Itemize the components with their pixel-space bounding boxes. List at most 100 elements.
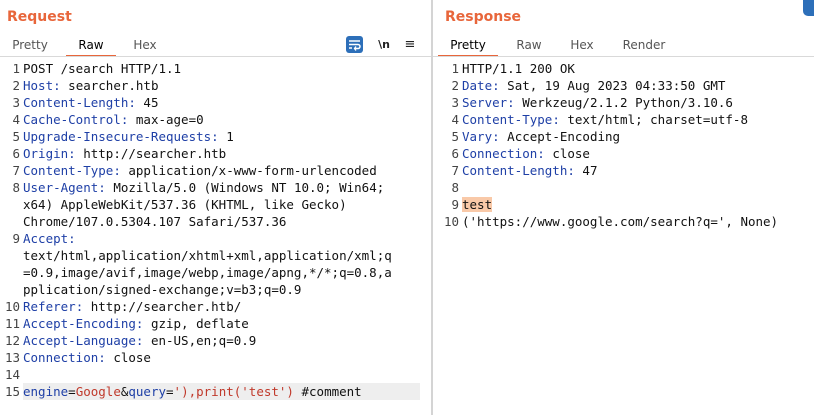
line-number: 8 [451,180,459,195]
line-content: User-Agent: Mozilla/5.0 (Windows NT 10.0… [23,179,384,196]
line-content: Accept: [23,230,76,247]
line-number: 9 [451,197,459,212]
line-number: 14 [4,367,20,382]
line-content: text/html,application/xhtml+xml,applicat… [23,247,392,264]
line-content: Content-Type: application/x-www-form-url… [23,162,377,179]
header-name: Cache-Control [23,112,121,127]
show-newlines-button[interactable]: \n [376,36,392,53]
text: text/html,application/xhtml+xml,applicat… [23,248,392,263]
header-value: application/x-www-form-urlencoded [120,163,377,178]
line-content: Connection: close [462,145,590,162]
line-content: Origin: http://searcher.htb [23,145,226,162]
request-tab-hex[interactable]: Hex [124,35,166,57]
line-content: Referer: http://searcher.htb/ [23,298,241,315]
text: HTTP/1.1 200 OK [462,61,575,76]
header-name: Content-Length [462,163,568,178]
header-value: gzip, deflate [143,316,249,331]
header-value: Werkzeug/2.1.2 Python/3.10.6 [514,95,733,110]
line-number: 13 [4,350,20,365]
response-tab-raw[interactable]: Raw [508,35,550,57]
header-colon: : [507,95,515,110]
request-title: Request [7,9,72,25]
notification-indicator[interactable] [803,0,814,16]
text: ('https://www.google.com/search?q=', Non… [462,214,779,229]
header-colon: : [537,146,545,161]
text: x64) AppleWebKit/537.36 (KHTML, like Gec… [23,197,347,212]
line-content: POST /search HTTP/1.1 [23,60,181,77]
request-menu-icon[interactable]: ≡ [403,36,417,53]
header-name: Accept-Encoding [23,316,136,331]
line-number: 5 [12,129,20,144]
text: pplication/signed-exchange;v=b3;q=0.9 [23,282,302,297]
header-colon: : [567,163,575,178]
header-name: Upgrade-Insecure-Requests [23,129,212,144]
header-value: en-US,en;q=0.9 [143,333,257,348]
header-value: Accept-Encoding [499,129,621,144]
line-number: 10 [443,214,459,229]
response-title: Response [445,9,522,25]
request-tab-pretty[interactable]: Pretty [4,35,56,57]
line-number: 2 [12,78,20,93]
header-colon: : [211,129,219,144]
line-content: Cache-Control: max-age=0 [23,111,204,128]
line-number: 4 [12,112,20,127]
header-name: Content-Type [462,112,553,127]
line-content: Upgrade-Insecure-Requests: 1 [23,128,234,145]
header-name: Content-Type [23,163,114,178]
line-content: HTTP/1.1 200 OK [462,60,575,77]
header-value: Sat, 19 Aug 2023 04:33:50 GMT [499,78,726,93]
line-content: Connection: close [23,349,151,366]
header-value: 47 [574,163,598,178]
line-number: 1 [451,61,459,76]
header-colon: : [128,95,136,110]
line-content: x64) AppleWebKit/537.36 (KHTML, like Gec… [23,196,347,213]
header-colon: : [492,78,500,93]
text: Chrome/107.0.5304.107 Safari/537.36 [23,214,287,229]
line-number: 7 [12,163,20,178]
line-content: Content-Length: 47 [462,162,597,179]
header-colon: : [552,112,560,127]
line-content: Content-Type: text/html; charset=utf-8 [462,111,748,128]
header-colon: : [98,350,106,365]
wrap-lines-icon [349,40,361,51]
line-number: 2 [451,78,459,93]
request-tab-raw[interactable]: Raw [66,35,116,57]
response-tab-render[interactable]: Render [616,35,672,57]
response-tab-divider [433,56,814,57]
header-name: Accept-Language [23,333,136,348]
line-number: 6 [12,146,20,161]
text: =0.9,image/avif,image/webp,image/apng,*/… [23,265,392,280]
line-number: 9 [12,231,20,246]
line-number: 15 [4,384,20,399]
response-tab-hex[interactable]: Hex [561,35,603,57]
header-colon: : [113,163,121,178]
param-equals: = [166,384,174,399]
line-content: Vary: Accept-Encoding [462,128,620,145]
header-value: close [105,350,151,365]
line-number: 5 [451,129,459,144]
header-name: Accept [23,231,69,246]
line-content: Accept-Language: en-US,en;q=0.9 [23,332,256,349]
response-tabs: Pretty Raw Hex Render [433,35,814,57]
response-tab-pretty[interactable]: Pretty [438,35,498,57]
header-colon: : [53,78,61,93]
line-content: =0.9,image/avif,image/webp,image/apng,*/… [23,264,392,281]
header-name: Vary [462,129,493,144]
line-number: 10 [4,299,20,314]
line-content: pplication/signed-exchange;v=b3;q=0.9 [23,281,301,298]
request-tab-divider [0,56,431,57]
header-name: Connection [23,350,99,365]
wrap-lines-button[interactable] [346,36,363,53]
line-number: 1 [12,61,20,76]
header-value: text/html; charset=utf-8 [559,112,748,127]
line-number: 12 [4,333,20,348]
request-tabs: Pretty Raw Hex [0,35,431,57]
body-content: engine=Google&query='),print('test') #co… [23,383,362,400]
line-content: Server: Werkzeug/2.1.2 Python/3.10.6 [462,94,733,111]
header-value: 45 [135,95,159,110]
header-colon: : [492,129,500,144]
param-name-query: query [128,384,167,399]
header-colon: : [68,231,76,246]
line-number: 6 [451,146,459,161]
line-content: Content-Length: 45 [23,94,158,111]
